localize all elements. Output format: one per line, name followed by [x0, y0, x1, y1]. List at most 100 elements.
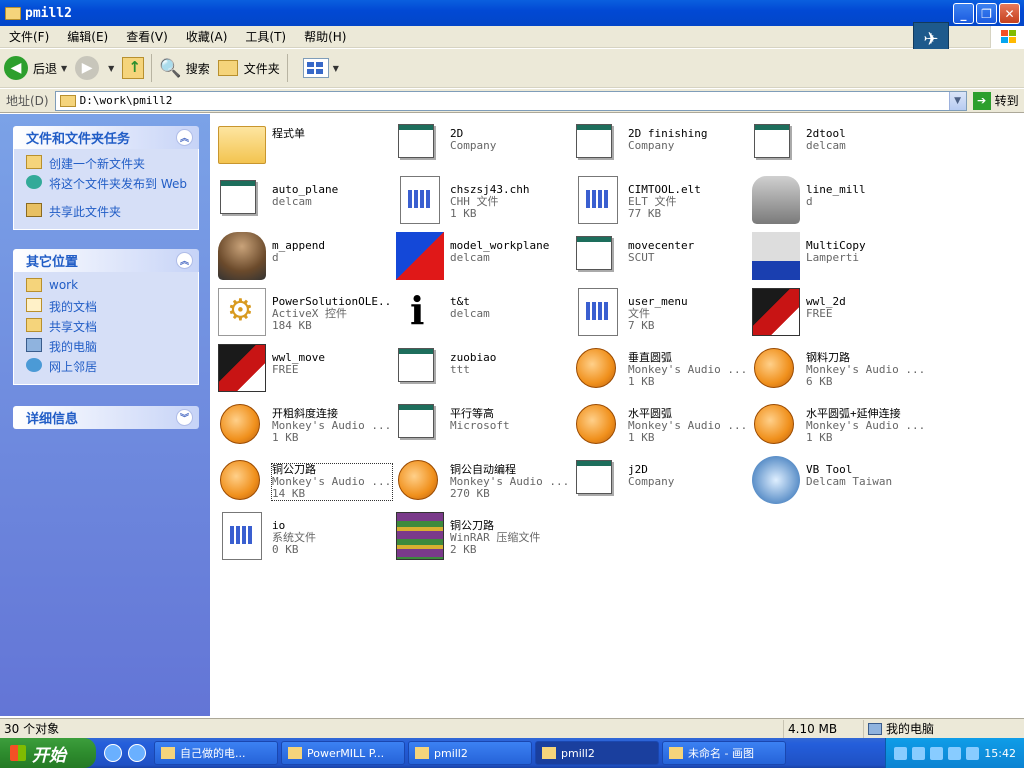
file-item[interactable]: 2dtool delcam	[748, 118, 926, 172]
robot-icon	[218, 232, 266, 280]
ie-icon[interactable]	[104, 744, 122, 762]
separator	[151, 54, 153, 82]
forward-button[interactable]: ▶ ▼	[71, 52, 118, 84]
tray-icon[interactable]	[948, 746, 962, 760]
file-item[interactable]: auto_plane delcam	[214, 174, 392, 228]
mill-icon	[752, 176, 800, 224]
title-bar[interactable]: pmill2 _ ❐ ✕	[0, 0, 1024, 26]
file-size: 6 KB	[806, 375, 833, 388]
back-button[interactable]: ◀ 后退 ▼	[0, 52, 71, 84]
file-item[interactable]: 程式单	[214, 118, 392, 172]
expand-icon[interactable]: ︾	[176, 409, 193, 426]
place-my-documents[interactable]: 我的文档	[24, 298, 188, 318]
file-tasks-header[interactable]: 文件和文件夹任务 ︽	[13, 126, 199, 149]
shield-icon[interactable]	[966, 746, 980, 760]
collapse-icon[interactable]: ︽	[176, 252, 193, 269]
file-item[interactable]: 水平圆弧 Monkey's Audio ... 1 KB	[570, 398, 748, 452]
chevron-down-icon: ▼	[332, 63, 339, 73]
start-button[interactable]: 开始	[0, 738, 96, 768]
task-publish-web[interactable]: 将这个文件夹发布到 Web	[24, 175, 188, 203]
win-icon	[398, 348, 434, 382]
tray-icon[interactable]	[894, 746, 908, 760]
file-item[interactable]: io 系统文件 0 KB	[214, 510, 392, 564]
menu-help[interactable]: 帮助(H)	[295, 28, 355, 45]
file-item[interactable]: wwl_2d FREE	[748, 286, 926, 340]
file-item[interactable]: 平行等高 Microsoft	[392, 398, 570, 452]
menu-favorites[interactable]: 收藏(A)	[177, 28, 237, 45]
file-item[interactable]: 铜公刀路 WinRAR 压缩文件 2 KB	[392, 510, 570, 564]
tray-icon[interactable]	[930, 746, 944, 760]
file-text: io 系统文件 0 KB	[272, 520, 392, 556]
file-item[interactable]: zuobiao ttt	[392, 342, 570, 396]
menu-file[interactable]: 文件(F)	[0, 28, 58, 45]
close-button[interactable]: ✕	[999, 3, 1020, 24]
file-item[interactable]: t&tdelcam	[392, 286, 570, 340]
file-item[interactable]: 钢料刀路 Monkey's Audio ... 6 KB	[748, 342, 926, 396]
ie-alt-icon[interactable]	[128, 744, 146, 762]
details-header[interactable]: 详细信息 ︾	[13, 406, 199, 429]
file-item[interactable]: j2D Company	[570, 454, 748, 508]
file-type: d	[806, 195, 813, 208]
taskbar-item-active[interactable]: pmill2	[535, 741, 659, 765]
file-size: 1 KB	[628, 375, 655, 388]
minimize-button[interactable]: _	[953, 3, 974, 24]
file-item[interactable]: PowerSolutionOLE...ActiveX 控件184 KB	[214, 286, 392, 340]
file-item[interactable]: movecenter SCUT	[570, 230, 748, 284]
my-documents-icon	[26, 298, 42, 312]
file-type: Microsoft	[450, 419, 510, 432]
place-my-computer[interactable]: 我的电脑	[24, 338, 188, 358]
file-item[interactable]: 开粗斜度连接 Monkey's Audio ... 1 KB	[214, 398, 392, 452]
up-folder-button[interactable]	[122, 57, 145, 79]
file-item[interactable]: 2D Company	[392, 118, 570, 172]
task-label: PowerMILL P...	[307, 746, 385, 760]
other-places-header[interactable]: 其它位置 ︽	[13, 249, 199, 272]
file-item[interactable]: VB Tool Delcam Taiwan	[748, 454, 926, 508]
address-input[interactable]: D:\work\pmill2 ▼	[54, 90, 967, 111]
taskbar-item[interactable]: PowerMILL P...	[281, 741, 405, 765]
taskbar-item[interactable]: pmill2	[408, 741, 532, 765]
menu-edit[interactable]: 编辑(E)	[58, 28, 117, 45]
taskbar-item[interactable]: 未命名 - 画图	[662, 741, 786, 765]
file-text: VB Tool Delcam Taiwan	[806, 464, 926, 488]
file-size: 1 KB	[628, 431, 655, 444]
folders-button[interactable]: 文件夹	[214, 52, 284, 84]
file-item[interactable]: 垂直圆弧 Monkey's Audio ... 1 KB	[570, 342, 748, 396]
task-new-folder[interactable]: 创建一个新文件夹	[24, 155, 188, 175]
audio-icon	[220, 404, 260, 444]
file-item[interactable]: MultiCopy Lamperti	[748, 230, 926, 284]
file-text: wwl_2d FREE	[806, 296, 926, 320]
file-item[interactable]: model_workplane delcam	[392, 230, 570, 284]
file-type: Delcam Taiwan	[806, 475, 893, 488]
search-button[interactable]: 🔍 搜索	[155, 52, 213, 84]
views-icon	[302, 58, 329, 78]
forward-arrow-icon: ▶	[75, 56, 100, 80]
views-button[interactable]: ▼	[291, 52, 343, 84]
menu-tools[interactable]: 工具(T)	[236, 28, 295, 45]
maximize-button[interactable]: ❐	[976, 3, 997, 24]
place-work[interactable]: work	[24, 278, 188, 298]
file-item[interactable]: 2D finishing Company	[570, 118, 748, 172]
clock: 15:42	[984, 746, 1016, 760]
file-item[interactable]: user_menu 文件 7 KB	[570, 286, 748, 340]
file-item[interactable]: 铜公刀路 Monkey's Audio ... 14 KB	[214, 454, 393, 508]
go-button[interactable]: ➔ 转到	[972, 91, 1019, 110]
menu-view[interactable]: 查看(V)	[117, 28, 177, 45]
collapse-icon[interactable]: ︽	[176, 129, 193, 146]
place-network[interactable]: 网上邻居	[24, 358, 188, 378]
file-item[interactable]: wwl_move FREE	[214, 342, 392, 396]
file-text: wwl_move FREE	[272, 352, 392, 376]
file-item[interactable]: chszsj43.chh CHH 文件 1 KB	[392, 174, 570, 228]
file-item[interactable]: 水平圆弧+延伸连接 Monkey's Audio ... 1 KB	[748, 398, 926, 452]
address-dropdown-button[interactable]: ▼	[948, 91, 966, 110]
file-item[interactable]: m_append d	[214, 230, 392, 284]
vb-icon	[752, 456, 800, 504]
tray-icon[interactable]	[912, 746, 926, 760]
file-item[interactable]: CIMTOOL.elt ELT 文件 77 KB	[570, 174, 748, 228]
file-item[interactable]: line_mill d	[748, 174, 926, 228]
taskbar-item[interactable]: 自己做的电...	[154, 741, 278, 765]
toolbar: ◀ 后退 ▼ ▶ ▼ 🔍 搜索 文件夹 ▼	[0, 49, 1024, 88]
task-share-folder[interactable]: 共享此文件夹	[24, 203, 188, 223]
place-shared-documents[interactable]: 共享文档	[24, 318, 188, 338]
file-item[interactable]: 铜公自动编程 Monkey's Audio ... 270 KB	[392, 454, 570, 508]
system-tray: 15:42	[885, 738, 1024, 768]
